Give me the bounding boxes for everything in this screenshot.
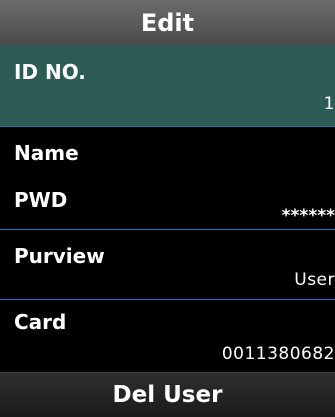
field-value-purview: User xyxy=(294,270,335,290)
field-label-id-no: ID NO. xyxy=(14,60,86,84)
field-row-card[interactable]: Card 0011380682 xyxy=(0,300,335,372)
edit-user-screen: Edit ID NO. 1 Name 1 PWD ****** Purview … xyxy=(0,0,335,417)
field-label-pwd: PWD xyxy=(14,188,68,212)
field-label-name: Name xyxy=(14,141,79,165)
field-label-card: Card xyxy=(14,310,67,334)
page-title: Edit xyxy=(0,0,335,46)
field-value-pwd: ****** xyxy=(281,206,335,226)
field-row-id-no[interactable]: ID NO. 1 xyxy=(0,46,335,127)
field-value-card: 0011380682 xyxy=(221,344,335,364)
field-row-pwd[interactable]: PWD ****** xyxy=(0,168,335,230)
del-user-button[interactable]: Del User xyxy=(0,372,335,417)
field-value-id-no: 1 xyxy=(323,94,335,114)
field-row-purview[interactable]: Purview User xyxy=(0,230,335,300)
field-label-purview: Purview xyxy=(14,244,105,268)
